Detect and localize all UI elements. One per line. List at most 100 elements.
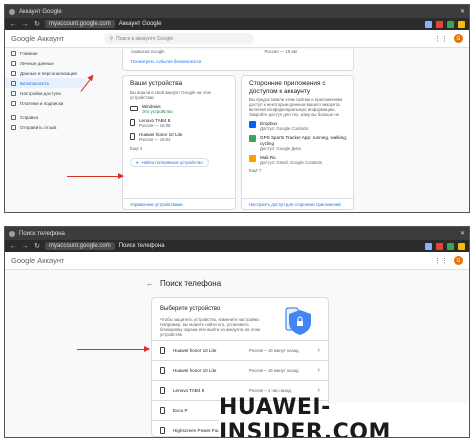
devices-desc: Вы вошли в свой аккаунт Google на этих у… [130,89,212,100]
tab-title[interactable]: Аккаунт Google [19,9,62,15]
apps-desc: Вы предоставили этим сайтам и приложения… [249,97,343,117]
select-title: Выберите устройство [160,306,221,312]
page-title: Поиск телефона [160,279,222,288]
tablet-icon [160,387,165,394]
google-header: Google Аккаунт ⋮⋮ G [5,252,469,270]
device-row[interactable]: Huawei honor 10 Lite Россия – 16 минут н… [152,340,328,360]
tablet-icon [130,119,135,126]
third-party-apps-card: Сторонние приложения с доступом к аккаун… [241,75,354,210]
apps-grid-icon[interactable]: ⋮⋮ [434,257,448,265]
sidebar-item-label: Главная [20,50,38,56]
reload-icon[interactable]: ↻ [33,20,41,28]
device-item[interactable]: Windows Это устройство [130,104,230,114]
mailru-icon [249,155,256,162]
apps-grid-icon[interactable]: ⋮⋮ [434,35,448,43]
phone-icon [160,427,165,434]
manage-apps-link[interactable]: Настроить доступ для сторонних приложени… [249,202,341,207]
account-search[interactable]: ⚲ Поиск в аккаунте Google [104,33,255,44]
browser-tabstrip: Поиск телефона ✕ [5,227,469,240]
device-item[interactable]: Lenovo TAB4 8 Россия — 16:08 [130,118,230,128]
shield-icon [285,307,311,335]
home-icon [11,50,16,56]
back-arrow-icon[interactable]: ← [146,279,154,288]
browser-tabstrip: Аккаунт Google ✕ [5,5,469,18]
people-icon [11,90,16,96]
sidebar-item-help[interactable]: Справка [5,112,97,122]
sidebar-item-label: Платежи и подписки [20,100,64,106]
chevron-right-icon: › [317,347,320,354]
address-bar: ← → ↻ myaccount.google.com Поиск телефон… [5,240,469,252]
tab-title[interactable]: Поиск телефона [19,231,65,237]
laptop-icon [130,106,138,111]
event-text: сервисов Google [131,49,165,54]
page-heading: ← Поиск телефона [146,279,221,288]
card-icon [11,100,16,106]
find-lost-device-button[interactable]: ⌖ Найти потерянное устройство [130,157,209,167]
search-icon: ⚲ [109,35,114,42]
sidebar-item-label: Настройки доступа [20,90,61,96]
avatar[interactable]: G [454,256,463,265]
back-icon[interactable]: ← [9,21,17,28]
search-placeholder: Поиск в аккаунте Google [116,35,174,42]
devices-card: Ваши устройства Вы вошли в свой аккаунт … [122,75,236,210]
url-page-title: Поиск телефона [118,243,165,249]
event-time: Россия — 19 авг [264,49,298,54]
extension-icon[interactable] [447,20,454,28]
phone-icon [160,407,165,414]
device-item[interactable]: Huawei honor 10 Lite Россия — 16:02 [130,132,230,142]
google-account-logo[interactable]: Google Аккаунт [11,34,64,43]
url-field[interactable]: myaccount.google.com [45,242,115,250]
sidebar-item-label: Безопасность [20,80,50,86]
tab-close-icon[interactable]: ✕ [460,230,465,237]
tab-close-icon[interactable]: ✕ [460,8,465,15]
watermark: HUAWEI-INSIDER.COM [219,395,469,437]
apps-more: Ещё 7 [249,168,262,173]
lock-icon [11,80,16,86]
app-item[interactable]: GPS Sports Tracker App: running, walking… [249,135,349,151]
sidebar-item-home[interactable]: Главная [5,48,97,58]
select-desc: Чтобы защитить устройство, измените наст… [160,316,261,338]
sidebar-item-label: Личные данные [20,60,54,66]
toggle-icon [11,70,16,76]
phone-icon [130,133,135,140]
help-icon [11,114,16,120]
window-dot [9,230,15,237]
sidebar-item-data-personalization[interactable]: Данные и персонализация [5,68,97,78]
security-events-link[interactable]: Посмотреть события безопасности [131,59,201,64]
extension-icon[interactable] [458,20,465,28]
extension-icon[interactable] [447,242,454,250]
security-events-card: сервисов Google Россия — 19 авг Посмотре… [122,49,354,71]
sidebar-item-label: Данные и персонализация [20,70,77,76]
annotation-arrow [67,171,124,181]
manage-devices-link[interactable]: Управление устройствами [130,202,183,207]
device-row[interactable]: Huawei honor 10 Lite Россия – 16 минут н… [152,360,328,380]
sidebar-item-security[interactable]: Безопасность [5,78,87,88]
devices-more: Ещё 4 [130,145,143,151]
forward-icon[interactable]: → [21,243,29,250]
apps-title: Сторонние приложения с доступом к аккаун… [249,80,326,95]
avatar[interactable]: G [454,34,463,43]
extension-icon[interactable] [436,242,443,250]
app-item[interactable]: Dropbox Доступ: Google Contacts [249,121,349,131]
extension-icon[interactable] [458,242,465,250]
chevron-right-icon: › [317,387,320,394]
app-item[interactable]: Mail.Ru Доступ: Gmail, Google Contacts [249,155,349,165]
extension-icon[interactable] [436,20,443,28]
reload-icon[interactable]: ↻ [33,242,41,250]
url-field[interactable]: myaccount.google.com [45,20,115,28]
back-icon[interactable]: ← [9,243,17,250]
phone-icon [160,347,165,354]
window-dot [9,8,15,15]
chevron-right-icon: › [317,367,320,374]
sidebar-item-feedback[interactable]: Отправить отзыв [5,122,97,132]
devices-title: Ваши устройства [130,80,183,87]
sidebar-item-label: Справка [20,114,39,120]
extension-icon[interactable] [425,242,432,250]
extension-icon[interactable] [425,20,432,28]
sidebar-item-payments[interactable]: Платежи и подписки [5,98,97,108]
google-account-logo[interactable]: Google Аккаунт [11,256,64,265]
forward-icon[interactable]: → [21,21,29,28]
crosshair-icon: ⌖ [136,159,139,165]
sidebar-item-personal-info[interactable]: Личные данные [5,58,97,68]
feedback-icon [11,124,16,130]
